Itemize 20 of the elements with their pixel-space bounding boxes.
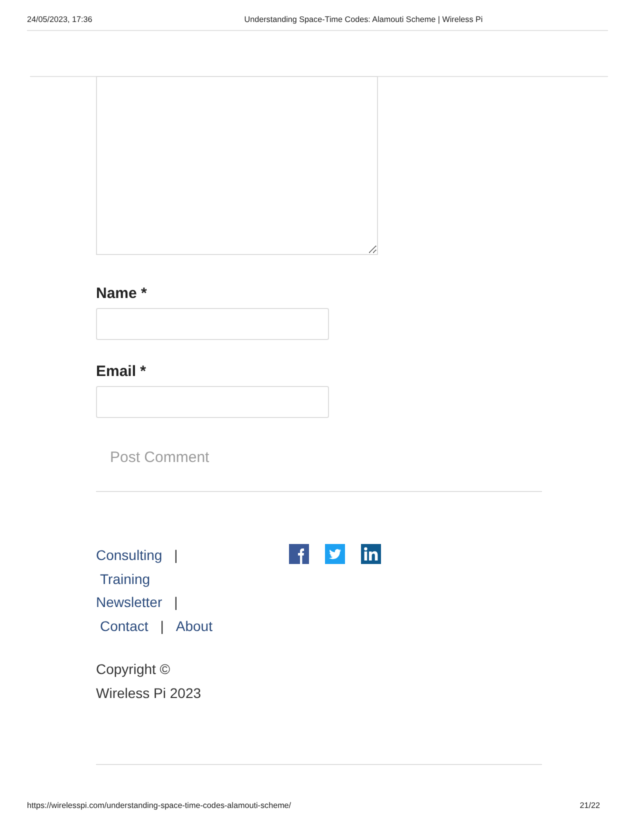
text-input-field[interactable] <box>96 308 329 340</box>
social-f-icon[interactable] <box>289 544 309 564</box>
page-title: Understanding Space-Time Codes: Alamouti Scheme | Wireless Pi <box>244 14 483 25</box>
page-url: https://wirelesspi.com/understanding-space-time-codes-alamouti-scheme/ <box>27 800 292 811</box>
footer-link[interactable]: Consulting <box>96 544 162 568</box>
print-date: 24/05/2023, 17:36 <box>27 14 92 25</box>
footer-link[interactable]: Newsletter <box>96 591 162 614</box>
link-separator: | <box>174 593 178 612</box>
link-separator: | <box>160 616 164 636</box>
field-label: Email * <box>96 362 146 382</box>
footer-link[interactable]: Contact <box>100 614 148 638</box>
bird-icon[interactable] <box>325 544 345 564</box>
social-in-icon[interactable] <box>361 544 381 564</box>
field-label: Name * <box>96 284 147 304</box>
copyright-text: Copyright © Wireless Pi 2023 <box>96 660 202 703</box>
footer-link[interactable]: About <box>176 614 212 638</box>
link-separator: | <box>174 546 178 565</box>
page-number: 21/22 <box>580 800 600 811</box>
footer-link[interactable]: Training <box>100 568 150 591</box>
text-input-field[interactable] <box>96 386 329 418</box>
